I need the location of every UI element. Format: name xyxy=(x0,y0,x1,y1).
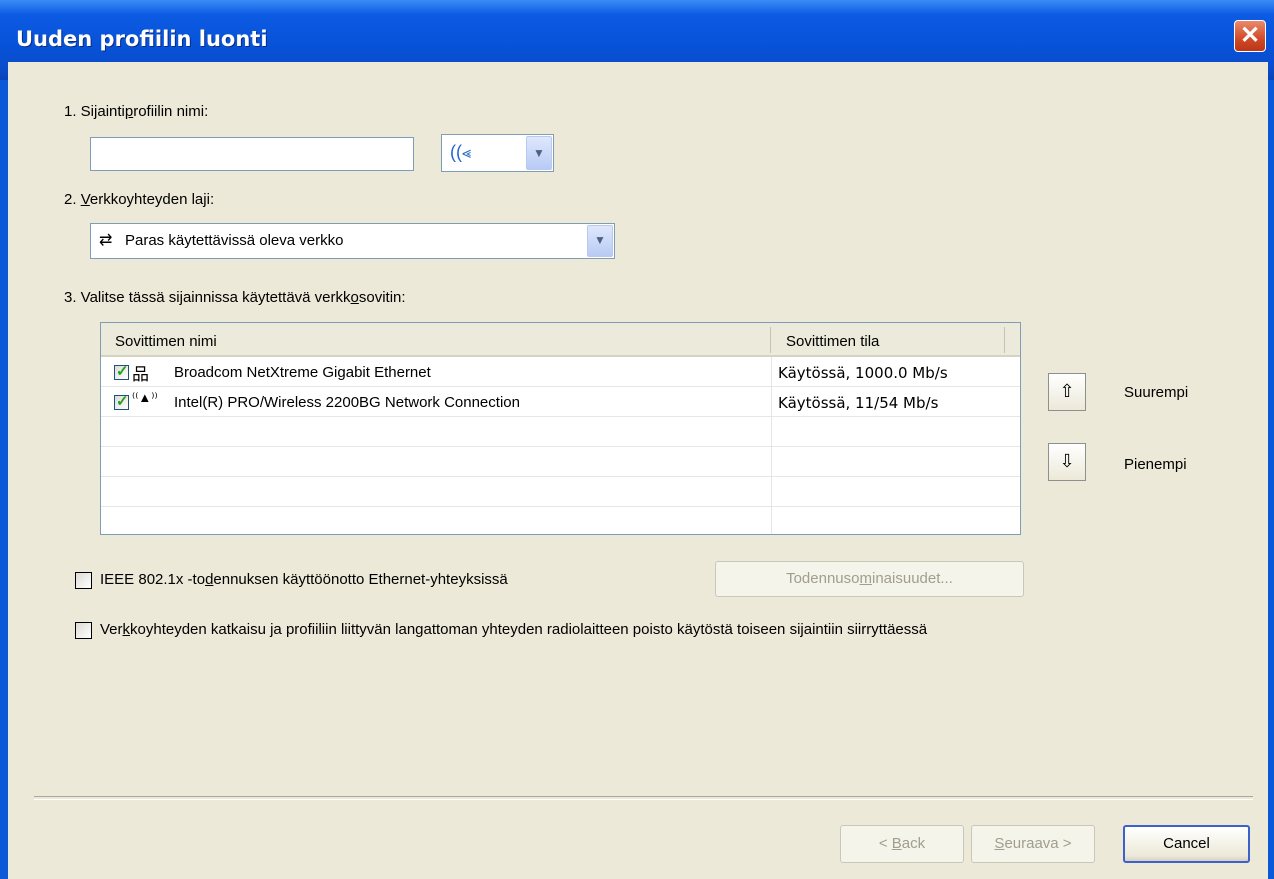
priority-down-label: Pienempi xyxy=(1124,456,1187,473)
dialog-body: 1. Sijaintiprofiilin nimi: ((⪡ ▼ 2. Verk… xyxy=(8,62,1268,879)
column-divider[interactable] xyxy=(770,327,771,353)
arrow-down-icon: ⇩ xyxy=(1059,451,1075,471)
profile-name-label: 1. Sijaintiprofiilin nimi: xyxy=(64,103,209,120)
list-header: Sovittimen nimi Sovittimen tila xyxy=(101,323,1020,357)
adapter-name: Intel(R) PRO/Wireless 2200BG Network Con… xyxy=(174,394,520,411)
column-divider[interactable] xyxy=(1004,327,1005,353)
adapter-checkbox[interactable] xyxy=(114,362,129,380)
arrow-up-icon: ⇧ xyxy=(1059,381,1075,401)
adapter-label: 3. Valitse tässä sijainnissa käytettävä … xyxy=(64,289,406,306)
window-title: Uuden profiilin luonti xyxy=(16,27,268,51)
table-row-empty xyxy=(101,477,1020,507)
cancel-button[interactable]: Cancel xyxy=(1123,825,1250,863)
disconnect-checkbox[interactable] xyxy=(75,622,92,639)
connection-type-label: 2. Verkkoyhteyden laji: xyxy=(64,191,215,208)
connection-cycle-icon: ⇄ xyxy=(99,232,113,249)
table-row-empty xyxy=(101,417,1020,447)
footer-separator xyxy=(34,796,1253,800)
adapter-status: Käytössä, 1000.0 Mb/s xyxy=(778,364,948,382)
wireless-icon: ((⪡ xyxy=(450,142,472,162)
priority-down-button[interactable]: ⇩ xyxy=(1048,443,1086,481)
table-row-empty xyxy=(101,447,1020,477)
priority-up-label: Suurempi xyxy=(1124,384,1189,401)
chevron-down-icon[interactable]: ▼ xyxy=(587,225,613,257)
close-button[interactable]: ✕ xyxy=(1234,20,1266,52)
table-row[interactable]: 品 Broadcom NetXtreme Gigabit Ethernet Kä… xyxy=(101,357,1020,387)
back-button[interactable]: < Back xyxy=(840,825,964,863)
authentication-properties-button[interactable]: Todennusominaisuudet... xyxy=(715,561,1024,597)
disconnect-label[interactable]: Verkkoyhteyden katkaisu ja profiiliin li… xyxy=(100,621,927,638)
ieee-checkbox[interactable] xyxy=(75,572,92,589)
adapter-status: Käytössä, 11/54 Mb/s xyxy=(778,394,939,412)
column-header-name[interactable]: Sovittimen nimi xyxy=(115,333,217,350)
connection-type-select[interactable]: ⇄ Paras käytettävissä oleva verkko ▼ xyxy=(90,223,615,259)
wireless-antenna-icon: ⁽⁽▲⁾⁾ xyxy=(132,390,158,405)
adapter-checkbox[interactable] xyxy=(114,392,129,410)
table-row-empty xyxy=(101,507,1020,537)
ethernet-icon: 品 xyxy=(132,365,149,385)
connection-type-value: Paras käytettävissä oleva verkko xyxy=(125,232,344,249)
priority-up-button[interactable]: ⇧ xyxy=(1048,373,1086,411)
column-header-status[interactable]: Sovittimen tila xyxy=(786,333,879,350)
ieee-label[interactable]: IEEE 802.1x -todennuksen käyttöönotto Et… xyxy=(100,571,508,588)
adapter-list[interactable]: Sovittimen nimi Sovittimen tila 品 Broadc… xyxy=(100,322,1021,535)
profile-icon-select[interactable]: ((⪡ ▼ xyxy=(441,134,554,172)
profile-name-input[interactable] xyxy=(90,137,414,171)
dialog-window: Uuden profiilin luonti ✕ 1. Sijaintiprof… xyxy=(0,0,1274,879)
chevron-down-icon[interactable]: ▼ xyxy=(526,136,552,170)
table-row[interactable]: ⁽⁽▲⁾⁾ Intel(R) PRO/Wireless 2200BG Netwo… xyxy=(101,387,1020,417)
next-button[interactable]: Seuraava > xyxy=(971,825,1095,863)
adapter-name: Broadcom NetXtreme Gigabit Ethernet xyxy=(174,364,431,381)
